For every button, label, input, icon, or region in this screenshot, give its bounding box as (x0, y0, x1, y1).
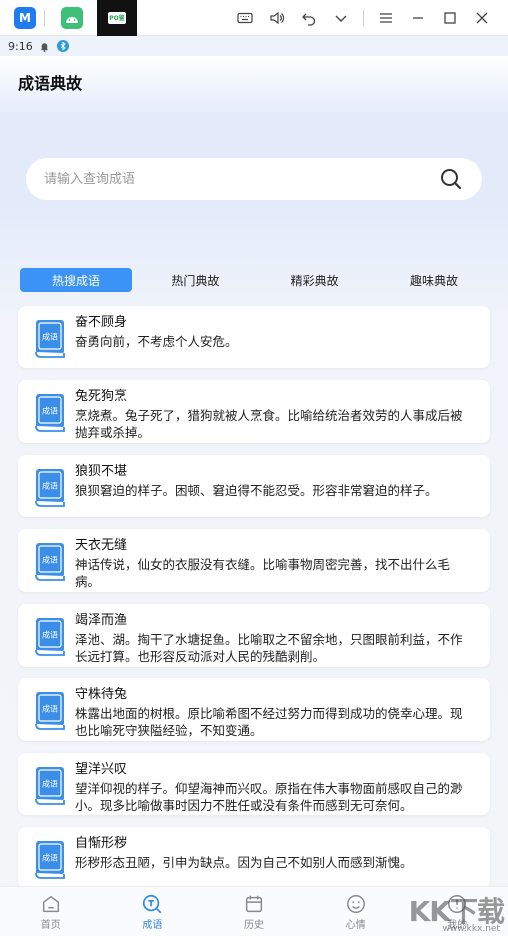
list-item[interactable]: 成语 奋不顾身奋勇向前，不考虑个人安危。 (18, 306, 490, 368)
nav-home[interactable]: 首页 (0, 887, 102, 936)
idiom-description: 狼狈窘迫的样子。困顿、窘迫得不能忍受。形容非常窘迫的样子。 (75, 483, 438, 498)
svg-text:成语: 成语 (42, 555, 58, 565)
watermark: KK下载 www.kkx.net (392, 890, 505, 934)
list-item[interactable]: 成语 狼狈不堪狼狈窘迫的样子。困顿、窘迫得不能忍受。形容非常窘迫的样子。 (18, 455, 490, 517)
nav-mood-label: 心情 (345, 919, 366, 931)
home-icon (42, 895, 59, 912)
idiom-book-icon: 成语 (34, 393, 66, 433)
toolbar-divider (44, 9, 45, 26)
status-bar: 9:16 (0, 36, 508, 56)
idiom-book-icon: 成语 (34, 468, 66, 508)
idiom-description: 烹烧煮。兔子死了，猎狗就被人烹食。比喻给统治者效劳的人事成后被抛弃或杀掉。 (75, 408, 463, 440)
minimize-icon[interactable] (402, 0, 434, 36)
nav-idioms[interactable]: 成语 (102, 887, 204, 936)
idiom-title: 兔死狗烹 (75, 389, 128, 404)
svg-text:成语: 成语 (42, 406, 58, 416)
watermark-url: www.kkx.net (442, 924, 501, 934)
idiom-search-icon (143, 894, 162, 913)
maximize-icon[interactable] (434, 0, 466, 36)
svg-text:成语: 成语 (42, 332, 58, 342)
emulator-tools (229, 0, 498, 36)
calendar-icon (245, 895, 263, 912)
idiom-book-icon: 成语 (34, 319, 66, 359)
toolbar-divider (363, 10, 364, 26)
list-item[interactable]: 成语 望洋兴叹望洋仰视的样子。仰望海神而兴叹。原指在伟大事物面前感叹自己的渺小。… (18, 753, 490, 815)
volume-icon[interactable] (261, 0, 293, 36)
search-bar[interactable] (26, 158, 482, 200)
keyboard-icon[interactable] (229, 0, 261, 36)
tab-wonderful-stories[interactable]: 精彩典故 (259, 268, 371, 292)
list-item[interactable]: 成语 天衣无缝神话传说，仙女的衣服没有衣缝。比喻事物周密完善，找不出什么毛病。 (18, 529, 490, 592)
nav-history[interactable]: 历史 (203, 887, 305, 936)
bottom-nav: 首页 成语 历史 心情 我的 KK下载 www.kkx.net (0, 886, 508, 936)
svg-text:成语: 成语 (42, 481, 58, 491)
active-app-tab[interactable]: PO鉴 (97, 0, 137, 36)
svg-text:成语: 成语 (42, 779, 58, 789)
tab-popular-stories[interactable]: 热门典故 (139, 268, 251, 292)
idiom-description: 神话传说，仙女的衣服没有衣缝。比喻事物周密完善，找不出什么毛病。 (75, 557, 451, 589)
svg-text:成语: 成语 (42, 704, 58, 714)
idiom-title: 奋不顾身 (75, 315, 128, 330)
idiom-description: 泽池、湖。掏干了水塘捉鱼。比喻取之不留余地，只图眼前利益，不作长远打算。也形容反… (75, 632, 463, 664)
idiom-description: 形秽形态丑陋，引申为缺点。因为自己不如别人而感到渐愧。 (75, 855, 413, 870)
idiom-book-icon: 成语 (34, 617, 66, 657)
idiom-title: 望洋兴叹 (75, 762, 128, 777)
list-item[interactable]: 成语 竭泽而渔泽池、湖。掏干了水塘捉鱼。比喻取之不留余地，只图眼前利益，不作长远… (18, 604, 490, 667)
svg-text:成语: 成语 (42, 630, 58, 640)
page-title: 成语典故 (18, 74, 83, 93)
app-content: 成语典故 热搜成语 热门典故 精彩典故 趣味典故 成语 奋不顾身奋勇向前，不考虑… (0, 56, 508, 889)
nav-history-label: 历史 (243, 919, 264, 931)
svg-text:成语: 成语 (42, 853, 58, 863)
idiom-title: 天衣无缝 (75, 538, 128, 553)
app-tab-badge: PO鉴 (108, 11, 126, 24)
tab-fun-stories[interactable]: 趣味典故 (378, 268, 490, 292)
list-item[interactable]: 成语 自惭形秽形秽形态丑陋，引申为缺点。因为自己不如别人而感到渐愧。 (18, 827, 490, 889)
menu-icon[interactable] (370, 0, 402, 36)
idiom-book-icon: 成语 (34, 542, 66, 582)
back-icon[interactable] (293, 0, 325, 36)
idiom-book-icon: 成语 (34, 840, 66, 880)
android-icon[interactable] (61, 6, 83, 29)
list-item[interactable]: 成语 守株待兔株露出地面的树根。原比喻希图不经过努力而得到成功的侥幸心理。现也比… (18, 678, 490, 741)
search-icon[interactable] (438, 166, 464, 192)
idiom-description: 望洋仰视的样子。仰望海神而兴叹。原指在伟大事物面前感叹自己的渺小。现多比喻做事时… (75, 781, 463, 813)
smile-icon (346, 894, 365, 913)
idiom-title: 狼狈不堪 (75, 464, 128, 479)
idiom-title: 竭泽而渔 (75, 613, 128, 628)
nav-idioms-label: 成语 (142, 919, 163, 931)
chevron-down-icon[interactable] (325, 0, 357, 36)
close-icon[interactable] (466, 0, 498, 36)
list-item[interactable]: 成语 兔死狗烹烹烧煮。兔子死了，猎狗就被人烹食。比喻给统治者效劳的人事成后被抛弃… (18, 380, 490, 443)
nav-home-label: 首页 (40, 919, 61, 931)
category-tabs: 热搜成语 热门典故 精彩典故 趣味典故 (20, 268, 490, 292)
idiom-title: 守株待兔 (75, 687, 128, 702)
idiom-description: 株露出地面的树根。原比喻希图不经过努力而得到成功的侥幸心理。现也比喻死守狭隘经验… (75, 706, 463, 738)
status-time: 9:16 (8, 39, 33, 53)
idiom-description: 奋勇向前，不考虑个人安危。 (75, 334, 238, 349)
emulator-toolbar: M PO鉴 (0, 0, 508, 36)
notification-bell-icon (39, 40, 51, 52)
idiom-title: 自惭形秽 (75, 836, 128, 851)
bluetooth-icon (56, 40, 69, 52)
app-switch-icon[interactable]: M (14, 6, 36, 29)
tab-hot-idioms[interactable]: 热搜成语 (20, 268, 132, 292)
search-input[interactable] (44, 171, 438, 187)
idiom-book-icon: 成语 (34, 691, 66, 731)
idiom-book-icon: 成语 (34, 766, 66, 806)
